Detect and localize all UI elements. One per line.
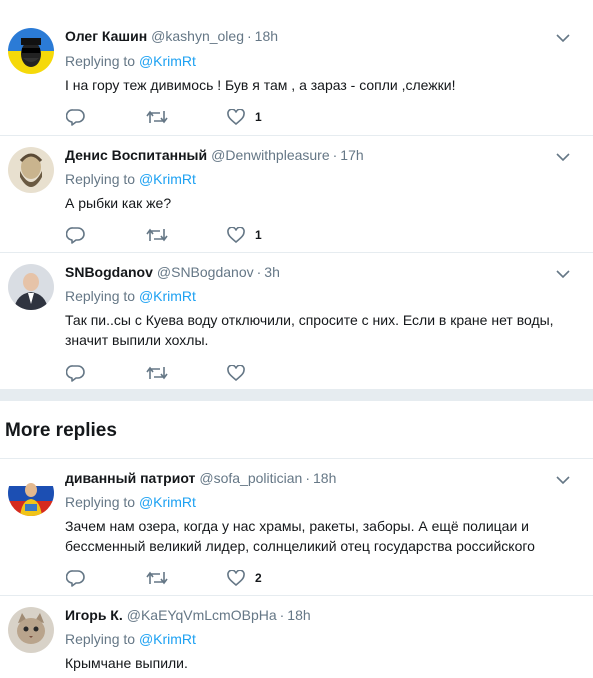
like-count: 2 [255, 571, 262, 585]
heart-icon [227, 108, 245, 125]
chevron-down-icon[interactable] [555, 472, 571, 488]
retweet-icon [146, 571, 168, 585]
mention-link[interactable]: @KrimRt [139, 53, 196, 69]
masked-face-ukraine-flag-icon [8, 28, 54, 74]
retweet-button[interactable] [146, 363, 168, 383]
tweet[interactable]: диванный патриот @sofa_politician · 18h Rep… [0, 459, 593, 596]
replying-to: Replying to @KrimRt [65, 631, 196, 647]
timestamp[interactable]: 17h [340, 147, 363, 163]
like-button[interactable]: 2 [227, 568, 262, 588]
replying-to: Replying to @KrimRt [65, 171, 196, 187]
replying-to: Replying to @KrimRt [65, 494, 196, 510]
author-name[interactable]: SNBogdanov [65, 264, 153, 280]
tweet[interactable]: SNBogdanov @SNBogdanov · 3h Replying to @Kr… [0, 253, 593, 389]
retweet-button[interactable] [146, 568, 168, 588]
heart-icon [227, 226, 245, 243]
mention-link[interactable]: @KrimRt [139, 631, 196, 647]
author-handle[interactable]: @Denwithpleasure [211, 147, 330, 163]
tweet[interactable]: Денис Воспитанный @Denwithpleasure · 17h Re… [0, 136, 593, 253]
timestamp[interactable]: 18h [313, 470, 336, 486]
timestamp[interactable]: 18h [287, 607, 310, 623]
mention-link[interactable]: @KrimRt [139, 171, 196, 187]
author-name[interactable]: диванный патриот [65, 470, 195, 486]
reply-icon [66, 570, 85, 587]
reply-button[interactable] [66, 568, 85, 588]
author-handle[interactable]: @kashyn_oleg [151, 28, 244, 44]
mention-link[interactable]: @KrimRt [139, 494, 196, 510]
tweet-text: Зачем нам озера, когда у нас храмы, раке… [65, 518, 535, 554]
author-name[interactable]: Олег Кашин [65, 28, 147, 44]
author-handle[interactable]: @sofa_politician [199, 470, 302, 486]
reply-icon [66, 227, 85, 244]
tweet-text: Так пи..сы с Куева воду отключили, спрос… [65, 312, 554, 348]
tweet-text: Крымчане выпили. [65, 655, 188, 671]
russian-flag-man-icon [8, 470, 54, 516]
author-name[interactable]: Денис Воспитанный [65, 147, 207, 163]
tweet[interactable]: Игорь К. @KaEYqVmLcmOBpHa · 18h Replying to… [0, 596, 593, 678]
like-button[interactable] [227, 363, 245, 383]
more-replies-header: More replies [0, 401, 593, 459]
like-button[interactable]: 1 [227, 107, 262, 127]
reply-icon [66, 109, 85, 126]
avatar[interactable] [8, 607, 54, 653]
author-handle[interactable]: @SNBogdanov [157, 264, 254, 280]
timestamp[interactable]: 3h [264, 264, 280, 280]
cat-icon [8, 607, 54, 653]
retweet-icon [146, 228, 168, 242]
reply-icon [66, 365, 85, 382]
retweet-icon [146, 110, 168, 124]
avatar[interactable] [8, 264, 54, 310]
man-in-suit-icon [8, 264, 54, 310]
mention-link[interactable]: @KrimRt [139, 288, 196, 304]
author-name[interactable]: Игорь К. [65, 607, 123, 623]
reply-button[interactable] [66, 363, 85, 383]
reply-button[interactable] [66, 107, 85, 127]
reply-button[interactable] [66, 225, 85, 245]
retweet-icon [146, 366, 168, 380]
tweet-text: А рыбки как же? [65, 195, 172, 211]
chevron-down-icon[interactable] [555, 149, 571, 165]
like-count: 1 [255, 110, 262, 124]
timestamp[interactable]: 18h [255, 28, 278, 44]
like-button[interactable]: 1 [227, 225, 262, 245]
retweet-button[interactable] [146, 225, 168, 245]
more-replies-title: More replies [5, 420, 117, 441]
like-count: 1 [255, 228, 262, 242]
avatar[interactable] [8, 147, 54, 193]
tweet-text: І на гору теж дивимось ! Був я там , а з… [65, 77, 456, 93]
heart-icon [227, 569, 245, 586]
heart-icon [227, 364, 245, 381]
retweet-button[interactable] [146, 107, 168, 127]
bearded-man-portrait-icon [8, 147, 54, 193]
author-handle[interactable]: @KaEYqVmLcmOBpHa [127, 607, 277, 623]
replying-to: Replying to @KrimRt [65, 53, 196, 69]
replying-to: Replying to @KrimRt [65, 288, 196, 304]
avatar[interactable] [8, 470, 54, 516]
tweet[interactable]: Олег Кашин @kashyn_oleg · 18h Replying to @… [0, 0, 593, 136]
chevron-down-icon[interactable] [555, 30, 571, 46]
section-divider [0, 389, 593, 401]
avatar[interactable] [8, 28, 54, 74]
chevron-down-icon[interactable] [555, 266, 571, 282]
